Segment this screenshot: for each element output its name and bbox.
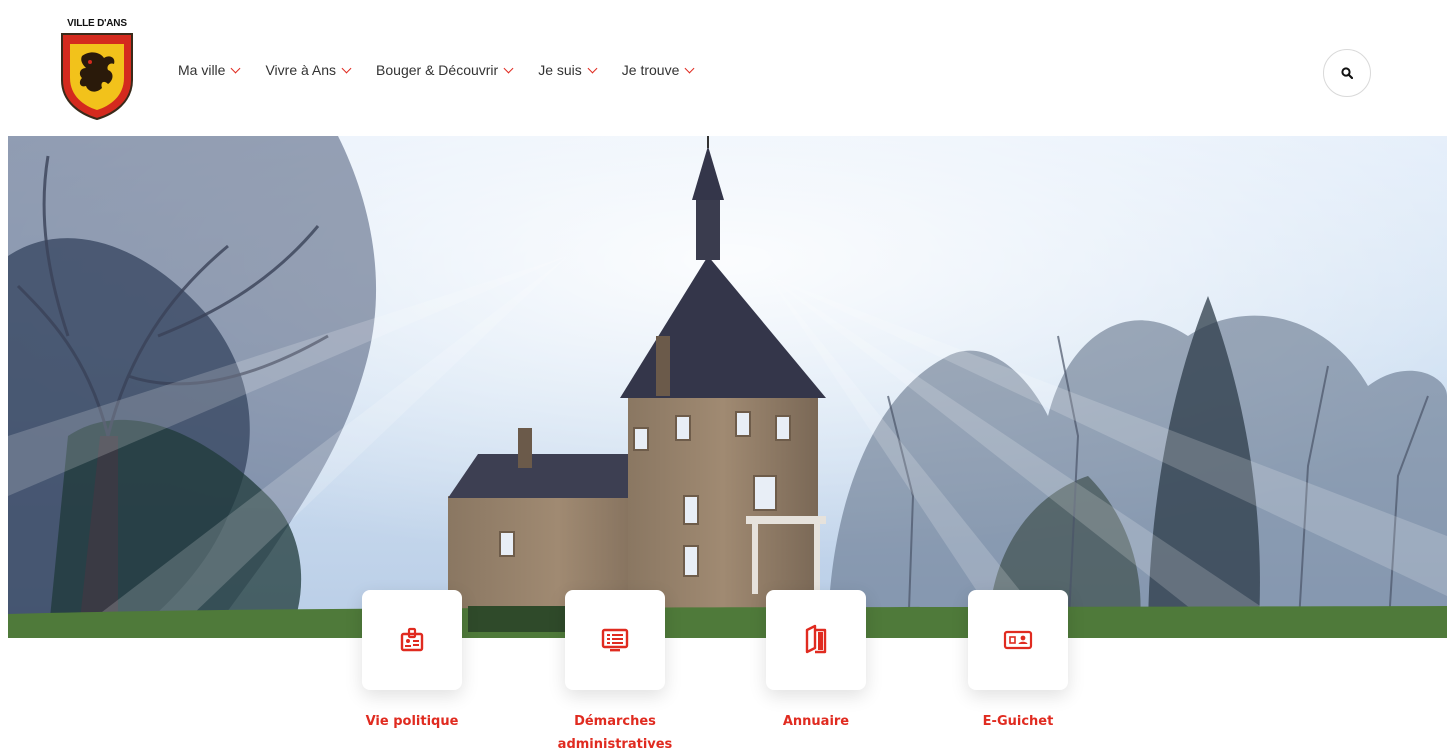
chevron-down-icon [503,63,514,74]
quick-link-tile[interactable] [766,590,866,690]
quick-link-e-guichet[interactable]: E-Guichet [968,590,1068,729]
quick-link-vie-politique[interactable]: Vie politique [362,590,462,729]
quick-link-annuaire[interactable]: Annuaire [766,590,866,729]
chevron-down-icon [231,63,241,74]
nav-label: Je suis [538,62,582,78]
quick-link-label[interactable]: Annuaire [726,710,906,733]
coat-of-arms-icon [61,33,133,120]
quick-link-label[interactable]: Vie politique [322,710,502,733]
nav-item-bouger-decouvrir[interactable]: Bouger & Découvrir [376,62,514,78]
nav-label: Vivre à Ans [265,62,337,78]
logo-text: VILLE D'ANS [67,18,127,29]
nav-label: Ma ville [178,62,226,78]
quick-link-tile[interactable] [565,590,665,690]
main-nav: Ma ville Vivre à Ans Bouger & Découvrir … [178,62,719,78]
id-card-icon [1003,630,1033,650]
quick-link-tile[interactable] [968,590,1068,690]
search-button[interactable] [1323,49,1371,97]
quick-link-label[interactable]: E-Guichet [928,710,1108,733]
quick-link-label[interactable]: Démarches administratives [525,710,705,752]
id-badge-icon [400,627,424,652]
quick-link-demarches-administratives[interactable]: Démarches administratives [558,590,672,752]
chevron-down-icon [587,63,598,74]
open-book-icon [805,624,827,654]
nav-item-je-trouve[interactable]: Je trouve [621,62,695,78]
list-screen-icon [601,628,629,652]
search-icon [1341,67,1353,79]
chevron-down-icon [684,63,695,74]
hero-banner-image [8,136,1447,638]
chevron-down-icon [341,63,352,74]
site-logo[interactable]: VILLE D'ANS [58,18,136,122]
site-header: VILLE D'ANS Ma ville Vivre à Ans Bouger … [0,0,1447,136]
nav-label: Je trouve [621,62,680,78]
nav-item-ma-ville[interactable]: Ma ville [178,62,241,78]
nav-item-vivre-a-ans[interactable]: Vivre à Ans [265,62,352,78]
nav-label: Bouger & Découvrir [376,62,499,78]
quick-link-tile[interactable] [362,590,462,690]
nav-item-je-suis[interactable]: Je suis [538,62,598,78]
